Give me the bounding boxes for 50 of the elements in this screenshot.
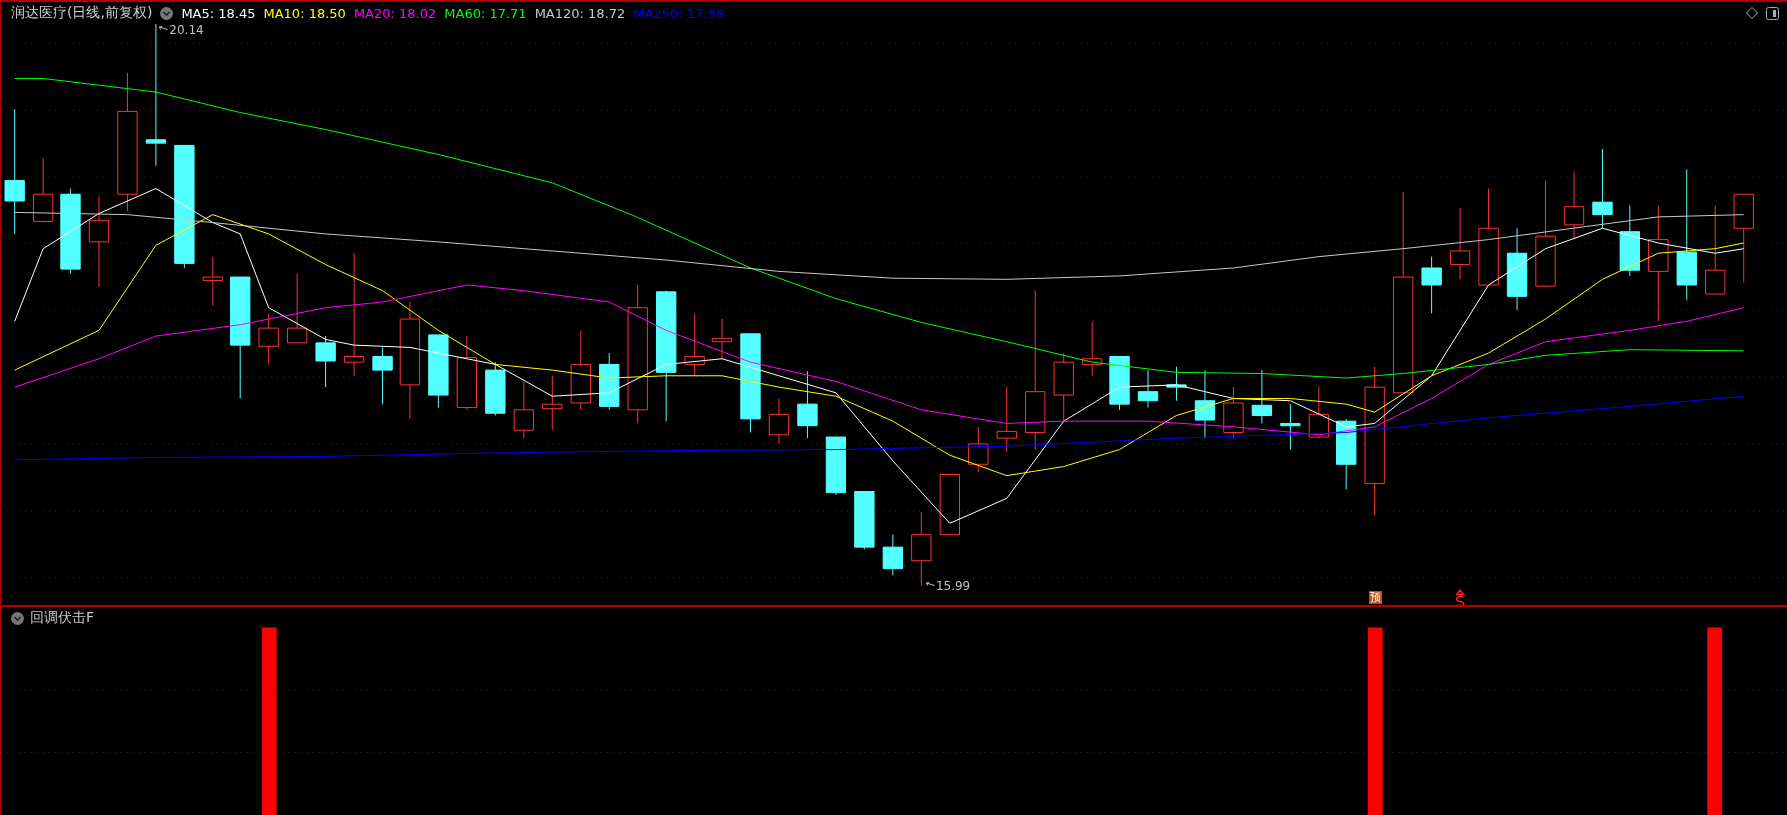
candlestick: [1082, 320, 1103, 377]
dropdown-icon[interactable]: [160, 6, 174, 20]
ma-legend: MA250: 17.38: [633, 5, 724, 21]
ma-legend: MA5: 18.45: [181, 5, 256, 21]
ma-legend: MA120: 18.72: [534, 5, 626, 21]
diamond-icon[interactable]: [1746, 7, 1758, 19]
candlestick: [1166, 366, 1187, 402]
price-value: 20.14: [169, 22, 204, 37]
candlestick: [1251, 369, 1273, 424]
candlestick: [599, 352, 620, 411]
candlestick: [1194, 369, 1216, 439]
candlestick: [1563, 171, 1585, 241]
candlestick: [202, 256, 224, 306]
candlestick: [258, 312, 279, 365]
candlestick: [1223, 386, 1244, 439]
indicator-title: 回调伏击F: [30, 609, 95, 627]
candlestick: [513, 380, 534, 439]
candlestick: [1619, 205, 1640, 277]
dropdown-icon[interactable]: [11, 611, 24, 625]
ma-legend: MA10: 18.50: [263, 5, 346, 21]
candlestick: [711, 318, 733, 360]
candlestick: [485, 361, 506, 416]
candlestick: [1421, 256, 1442, 314]
stock-title: 润达医疗(日线,前复权): [11, 4, 153, 22]
candlestick: [1280, 403, 1301, 451]
candlestick: [542, 375, 563, 431]
signal-s-icon: [1455, 589, 1465, 605]
candlestick: [315, 335, 336, 388]
price-value: 15.99: [935, 578, 971, 593]
candlestick: [854, 491, 875, 550]
ma-legend: MA20: 18.02: [353, 5, 437, 21]
candlestick: [882, 534, 904, 576]
candlestick: [684, 312, 705, 377]
forecast-badge: 预: [1368, 591, 1382, 605]
candlestick: [1336, 418, 1357, 490]
candlestick: [286, 273, 308, 344]
candlestick: [996, 386, 1017, 453]
candlestick: [1308, 386, 1330, 439]
candlestick: [939, 472, 960, 536]
candlestick: [1109, 356, 1130, 411]
candlestick: [32, 157, 54, 224]
candlestick: [1137, 369, 1159, 409]
candlestick: [797, 370, 818, 439]
candlestick: [825, 436, 847, 496]
panel-toggle-icon[interactable]: [1766, 6, 1779, 20]
candlestick: [372, 346, 393, 405]
ma-legend: MA60: 17.71: [444, 5, 527, 21]
candlestick: [768, 397, 790, 445]
candlestick: [1053, 352, 1074, 422]
candlestick: [968, 426, 989, 473]
